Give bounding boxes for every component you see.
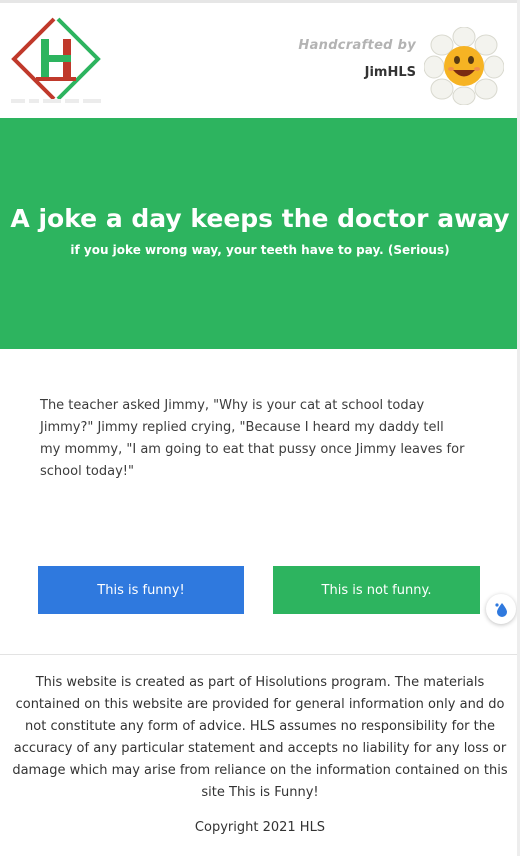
footer-divider: [0, 654, 520, 655]
joke-text: The teacher asked Jimmy, "Why is your ca…: [40, 398, 465, 479]
hero-title: A joke a day keeps the doctor away: [10, 204, 510, 233]
footer-disclaimer: This website is created as part of Hisol…: [12, 675, 508, 800]
logo-caption-graphic: [11, 99, 101, 103]
author-name: JimHLS: [364, 65, 416, 80]
funny-button[interactable]: This is funny!: [38, 566, 244, 614]
hero-subtitle: if you joke wrong way, your teeth have t…: [70, 243, 450, 257]
copyright-text: Copyright 2021 HLS: [194, 820, 326, 835]
water-drop-icon: [495, 603, 507, 617]
smiling-flower-avatar-icon: [424, 27, 504, 105]
site-header: Handcrafted by JimHLS: [0, 3, 520, 118]
not-funny-button[interactable]: This is not funny.: [273, 566, 480, 614]
floating-action-button[interactable]: [486, 594, 516, 624]
hero-banner: A joke a day keeps the doctor away if yo…: [0, 118, 520, 349]
handcrafted-by-label: Handcrafted by: [298, 38, 416, 53]
hls-logo-icon[interactable]: [10, 15, 102, 107]
